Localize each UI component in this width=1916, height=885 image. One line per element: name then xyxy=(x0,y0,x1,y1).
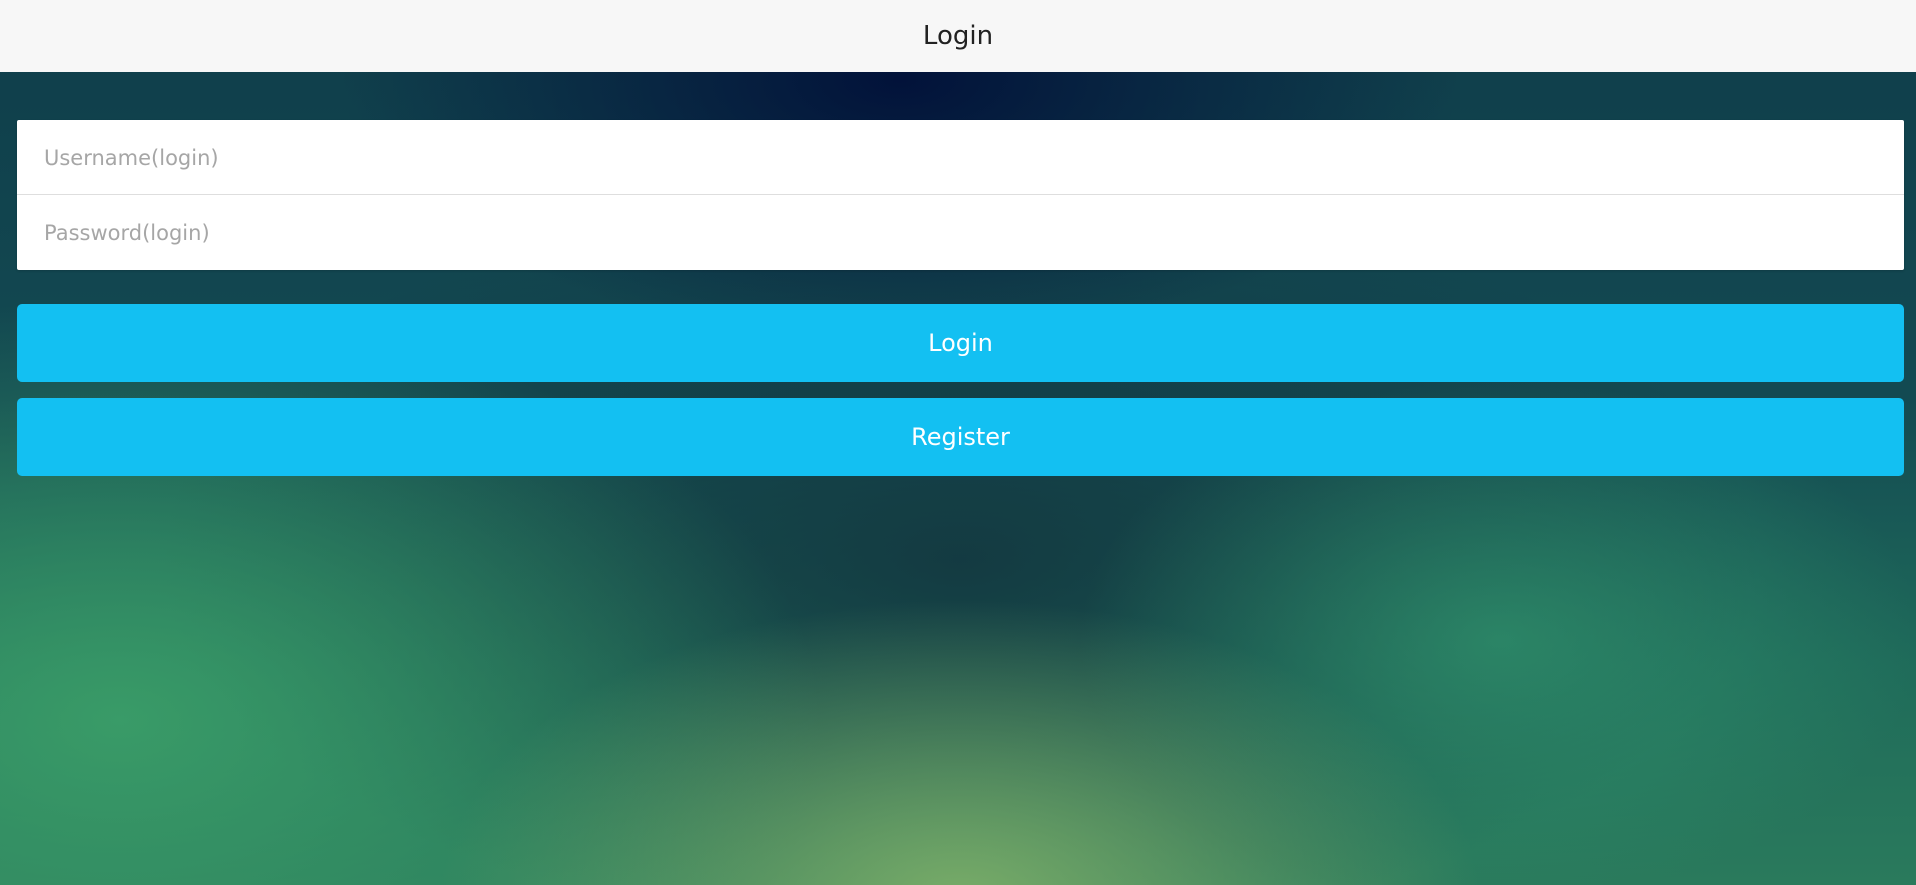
register-button[interactable]: Register xyxy=(17,398,1904,476)
top-bar: Login xyxy=(0,0,1916,72)
page-title: Login xyxy=(922,21,994,51)
login-button[interactable]: Login xyxy=(17,304,1904,382)
password-input[interactable] xyxy=(17,195,1904,270)
login-form xyxy=(17,120,1904,270)
username-input[interactable] xyxy=(17,120,1904,195)
